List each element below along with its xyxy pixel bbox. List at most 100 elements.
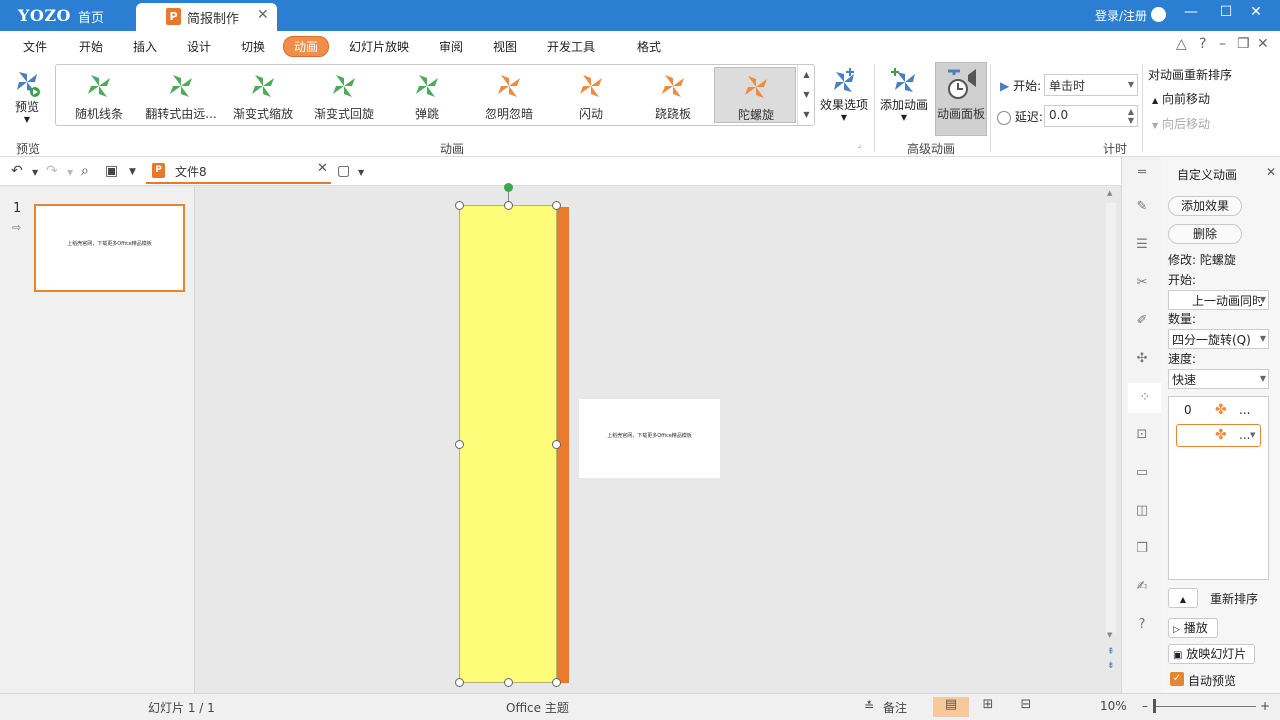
gallery-flicker[interactable]: 忽明忽暗 <box>468 67 550 123</box>
menu-home[interactable]: 开始 <box>79 38 103 55</box>
home-tab[interactable]: 首页 <box>78 7 104 26</box>
login-link[interactable]: 登录/注册 <box>1095 7 1147 24</box>
preview-button[interactable]: 预览 ▼ <box>12 66 42 124</box>
edit-icon[interactable]: ✍ <box>1134 579 1150 595</box>
slide-sorter-icon[interactable]: ⊞ <box>970 697 1006 717</box>
start-select[interactable]: 单击时 ▼ <box>1044 74 1138 96</box>
undo-dropdown-icon[interactable]: ▼ <box>32 168 38 177</box>
selected-shape[interactable] <box>459 205 557 683</box>
menu-format[interactable]: 格式 <box>637 38 661 55</box>
expand-gallery-icon[interactable]: ▼ <box>798 105 815 125</box>
resize-handle-tl[interactable] <box>455 201 464 210</box>
brush-icon[interactable]: ✐ <box>1134 313 1150 329</box>
reorder-up-button[interactable]: ▲ <box>1168 588 1198 608</box>
vertical-scrollbar[interactable]: ▲ ▼ ⇞ ⇟ <box>1104 187 1120 671</box>
menu-design[interactable]: 设计 <box>187 38 211 55</box>
zoom-slider-thumb[interactable] <box>1153 699 1156 713</box>
tools-icon[interactable]: ✂ <box>1134 275 1150 291</box>
restore-doc-icon[interactable]: ❐ <box>1237 36 1250 52</box>
resize-handle-br[interactable] <box>552 678 561 687</box>
transition-icon[interactable]: ✣ <box>1134 351 1150 367</box>
menu-transition[interactable]: 切换 <box>241 38 265 55</box>
notes-icon[interactable]: ≛ <box>864 699 874 713</box>
list-item-more[interactable]: ... <box>1239 403 1250 417</box>
comment-icon[interactable]: ▭ <box>1134 465 1150 481</box>
auto-preview-checkbox[interactable]: ✓ <box>1170 672 1184 686</box>
stepper-up-icon[interactable]: ▲ <box>1128 107 1134 116</box>
menu-review[interactable]: 审阅 <box>439 38 463 55</box>
custom-animation-icon[interactable]: ⁘ <box>1128 383 1162 413</box>
gallery-bounce[interactable]: 弹跳 <box>386 67 468 123</box>
menu-animation[interactable]: 动画 <box>283 36 330 57</box>
preview-dropdown-icon[interactable]: ▼ <box>12 115 42 124</box>
delete-button[interactable]: 删除 <box>1168 224 1242 244</box>
print-preview-icon[interactable]: ⌕ <box>81 163 89 179</box>
reading-view-icon[interactable]: ⊟ <box>1008 697 1044 717</box>
add-effect-button[interactable]: 添加效果 <box>1168 196 1242 216</box>
redo-dropdown-icon[interactable]: ▼ <box>67 168 73 177</box>
sliders-icon[interactable]: ☰ <box>1134 237 1150 253</box>
menu-insert[interactable]: 插入 <box>133 38 157 55</box>
gallery-scrollbar[interactable]: ▲ ▼ ▼ <box>797 65 815 125</box>
move-later-button[interactable]: ▼ 向后移动 <box>1152 115 1210 132</box>
help-circle-icon[interactable]: ? <box>1134 617 1150 633</box>
scroll-down-icon[interactable]: ▼ <box>1107 631 1112 639</box>
previous-slide-icon[interactable]: ⇞ <box>1107 647 1115 657</box>
move-earlier-button[interactable]: ▲ 向前移动 <box>1152 90 1210 107</box>
document-tab[interactable]: P 简报制作 ✕ <box>136 3 277 31</box>
scroll-up-icon[interactable]: ▲ <box>798 65 815 85</box>
normal-view-icon[interactable]: ▤ <box>933 697 969 717</box>
redo-icon[interactable]: ↷ <box>46 163 58 179</box>
resize-handle-bl[interactable] <box>455 678 464 687</box>
menu-slideshow[interactable]: 幻灯片放映 <box>349 38 409 55</box>
close-file-icon[interactable]: ✕ <box>317 161 328 176</box>
gallery-fade-swivel[interactable]: 渐变式回旋 <box>303 67 385 123</box>
zoom-in-icon[interactable]: + <box>1260 699 1270 713</box>
user-icon[interactable] <box>1151 7 1166 22</box>
customize-dropdown-icon[interactable]: ▼ <box>129 167 136 177</box>
file-tab[interactable]: P 文件8 ✕ <box>146 160 331 184</box>
undo-icon[interactable]: ↶ <box>11 163 23 179</box>
new-document-dropdown-icon[interactable]: ▼ <box>358 168 364 177</box>
gallery-spin[interactable]: 陀螺旋 <box>714 67 796 123</box>
rotation-handle[interactable] <box>504 183 513 192</box>
menu-file[interactable]: 文件 <box>23 38 47 55</box>
gallery-teeter[interactable]: 跷跷板 <box>632 67 714 123</box>
gallery-fade-zoom[interactable]: 渐变式缩放 <box>222 67 304 123</box>
help-icon[interactable]: ? <box>1199 36 1206 52</box>
play-button[interactable]: ▷ 播放 <box>1168 618 1218 638</box>
item-dropdown-icon[interactable]: ▼ <box>1250 431 1255 439</box>
amount-select[interactable]: 四分一旋转(Q) ▼ <box>1168 329 1269 349</box>
backup-icon[interactable]: ◫ <box>1134 503 1150 519</box>
zoom-slider[interactable] <box>1156 706 1256 707</box>
effect-options-button[interactable]: 效果选项 ▼ <box>818 66 870 122</box>
menu-view[interactable]: 视图 <box>493 38 517 55</box>
resize-handle-right[interactable] <box>552 440 561 449</box>
resize-handle-tr[interactable] <box>552 201 561 210</box>
menu-lines-icon[interactable]: ═ <box>1134 165 1150 181</box>
save-icon[interactable]: ▣ <box>105 163 118 179</box>
animation-pane-button[interactable]: 动画面板 <box>935 62 987 136</box>
gallery-random-bars[interactable]: 随机线条 <box>58 67 140 123</box>
start-select[interactable]: 上一动画同时 ▼ <box>1168 290 1269 310</box>
notes-button[interactable]: 备注 <box>883 699 907 716</box>
menu-developer[interactable]: 开发工具 <box>547 38 595 55</box>
animation-list-item-selected[interactable]: ✤ ... ▼ <box>1176 424 1261 447</box>
scroll-down-icon[interactable]: ▼ <box>798 85 815 105</box>
next-slide-icon[interactable]: ⇟ <box>1107 661 1115 671</box>
group-launcher-icon[interactable]: ⌟ <box>857 140 861 150</box>
resize-handle-top[interactable] <box>504 201 513 210</box>
speed-select[interactable]: 快速 ▼ <box>1168 369 1269 389</box>
pencil-icon[interactable]: ✎ <box>1134 199 1150 215</box>
zoom-out-icon[interactable]: – <box>1142 699 1148 713</box>
delay-input[interactable]: 0.0 ▲ ▼ <box>1044 105 1138 127</box>
image-icon[interactable]: ⊡ <box>1134 427 1150 443</box>
gallery-flash[interactable]: 闪动 <box>550 67 632 123</box>
scroll-track[interactable] <box>1106 203 1116 633</box>
close-window-icon[interactable]: ✕ <box>1246 4 1266 20</box>
collapse-ribbon-icon[interactable]: △ <box>1176 36 1187 52</box>
minimize-doc-icon[interactable]: – <box>1219 36 1226 52</box>
maximize-icon[interactable]: ☐ <box>1216 4 1236 20</box>
resize-handle-bottom[interactable] <box>504 678 513 687</box>
stepper-down-icon[interactable]: ▼ <box>1128 116 1134 125</box>
